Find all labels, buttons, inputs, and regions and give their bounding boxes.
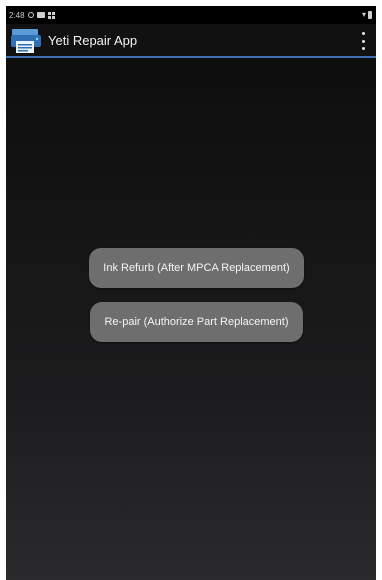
menu-dot bbox=[361, 32, 365, 35]
status-left: 2:48 bbox=[9, 11, 55, 20]
ink-refurb-button[interactable]: Ink Refurb (After MPCA Replacement) bbox=[89, 248, 304, 288]
repair-button[interactable]: Re-pair (Authorize Part Replacement) bbox=[90, 302, 303, 342]
settings-icon bbox=[27, 12, 34, 18]
battery-icon bbox=[368, 11, 372, 19]
status-bar: 2:48 ▾ bbox=[6, 6, 376, 24]
app-screen: 2:48 ▾ Yeti Repair App Ink Refurb (After… bbox=[6, 6, 376, 580]
overflow-menu-icon[interactable] bbox=[360, 32, 366, 50]
message-icon bbox=[36, 12, 45, 18]
menu-dot bbox=[361, 47, 365, 50]
status-right: ▾ bbox=[362, 11, 372, 19]
app-title: Yeti Repair App bbox=[48, 32, 138, 48]
repair-label: Re-pair (Authorize Part Replacement) bbox=[104, 316, 289, 328]
grid-icon bbox=[47, 11, 55, 19]
ink-refurb-label: Ink Refurb (After MPCA Replacement) bbox=[103, 262, 290, 274]
menu-dot bbox=[361, 39, 365, 43]
wifi-icon: ▾ bbox=[361, 10, 366, 19]
status-time: 2:48 bbox=[9, 10, 25, 20]
app-bar: Yeti Repair App bbox=[6, 24, 376, 58]
printer-icon bbox=[10, 25, 42, 55]
